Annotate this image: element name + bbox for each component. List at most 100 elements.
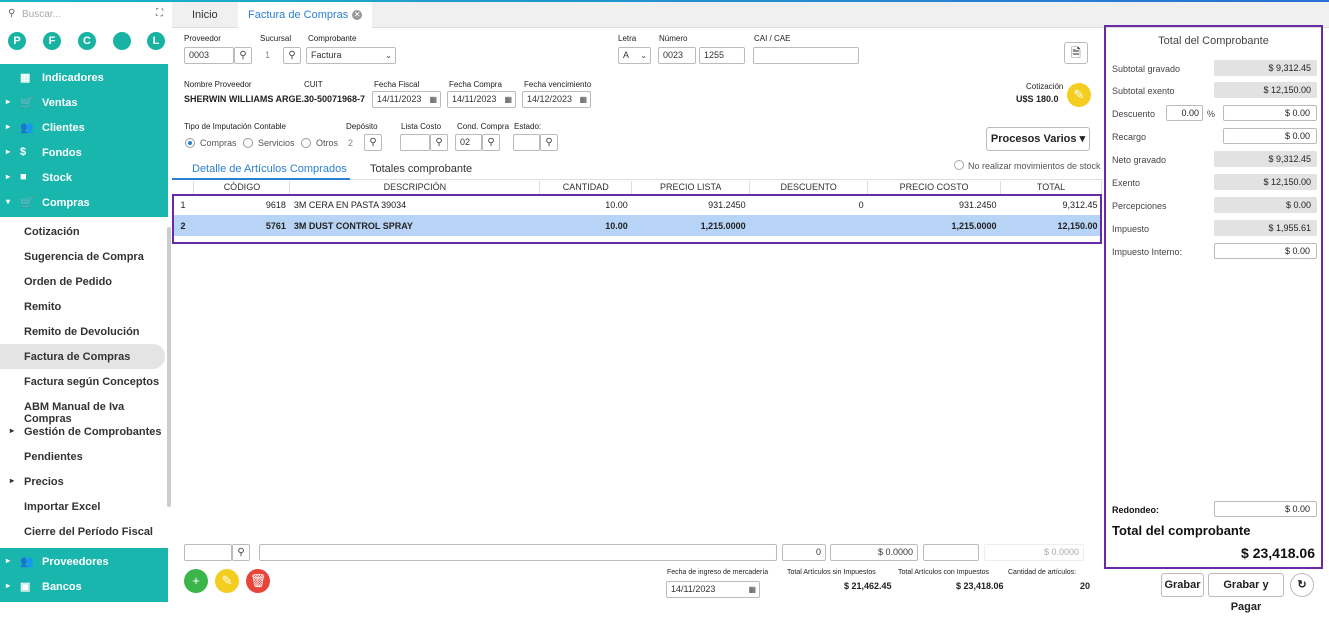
no-stock-checkbox[interactable]	[954, 160, 964, 170]
new-description-input[interactable]	[259, 544, 777, 561]
refresh-button[interactable]: ↻	[1290, 573, 1314, 597]
delete-item-button[interactable]: 🗑	[246, 569, 270, 593]
nav-indicadores[interactable]: ▦ Indicadores	[0, 66, 168, 91]
sucursal-input[interactable]: 1	[260, 47, 282, 64]
col-descuento[interactable]: DESCUENTO	[749, 181, 869, 195]
recargo-label: Recargo	[1112, 132, 1147, 142]
shortcut-f[interactable]: F	[43, 32, 61, 50]
radio-otros[interactable]	[301, 138, 311, 148]
descuento-input[interactable]: $ 0.00	[1223, 105, 1317, 121]
subnav-remito-devolucion[interactable]: Remito de Devolución	[0, 319, 165, 344]
cai-input[interactable]	[753, 47, 859, 64]
subnav-importar-excel[interactable]: Importar Excel	[0, 494, 165, 519]
subnav-pendientes[interactable]: Pendientes	[0, 444, 165, 469]
nav-label: Bancos	[42, 581, 82, 593]
subnav-precios[interactable]: ▸ Precios	[0, 469, 165, 494]
grabar-button[interactable]: Grabar	[1161, 573, 1204, 597]
radio-servicios[interactable]	[243, 138, 253, 148]
impuesto-interno-input[interactable]: $ 0.00	[1214, 243, 1317, 259]
shortcut-p[interactable]: P	[8, 32, 26, 50]
col-precio-lista[interactable]: PRECIO LISTA	[631, 181, 751, 195]
sidebar-scrollbar[interactable]	[167, 227, 171, 507]
proveedor-input[interactable]: 0003	[184, 47, 234, 64]
nav-ventas[interactable]: ▸ 🛒 Ventas	[0, 91, 168, 116]
numero-pv-input[interactable]: 0023	[658, 47, 696, 64]
shortcut-blank[interactable]	[113, 32, 131, 50]
new-price-input[interactable]: $ 0.0000	[830, 544, 918, 561]
nav-compras[interactable]: ▾ 🛒 Compras	[0, 191, 168, 216]
proveedor-search-button[interactable]: ⚲	[234, 47, 252, 64]
subnav-label: Gestión de Comprobantes	[24, 426, 162, 438]
users-icon: 👥	[20, 556, 34, 568]
radio-compras[interactable]	[185, 138, 195, 148]
fecha-compra-input[interactable]: 14/11/2023 ▦	[447, 91, 516, 108]
search-icon: ⚲	[239, 50, 247, 61]
comprobante-select[interactable]: Factura ⌄	[306, 47, 396, 64]
subnav-abm-iva[interactable]: ABM Manual de Iva Compras	[0, 394, 165, 425]
calendar-icon[interactable]: ▦	[579, 92, 587, 107]
redondeo-input[interactable]: $ 0.00	[1214, 501, 1317, 517]
tab-factura-compras[interactable]: Factura de Compras ✕	[238, 2, 373, 28]
sidebar: ⚲ Buscar... ⛶ P F C L ▦ Indicadores ▸ 🛒 …	[0, 2, 172, 602]
subnav-sugerencia[interactable]: Sugerencia de Compra	[0, 244, 165, 269]
lista-costo-input[interactable]	[400, 134, 430, 151]
fecha-venc-input[interactable]: 14/12/2023 ▦	[522, 91, 591, 108]
recargo-input[interactable]: $ 0.00	[1223, 128, 1317, 144]
col-cantidad[interactable]: CANTIDAD	[539, 181, 633, 195]
tab-totales-comprobante[interactable]: Totales comprobante	[370, 163, 472, 175]
caret-right-icon: ▸	[6, 122, 11, 131]
procesos-varios-button[interactable]: Procesos Varios ▾	[986, 127, 1090, 151]
subnav-cierre-periodo[interactable]: Cierre del Período Fiscal	[0, 519, 165, 544]
shortcut-c[interactable]: C	[78, 32, 96, 50]
deposito-search-button[interactable]: ⚲	[364, 134, 382, 151]
calendar-icon[interactable]: ▦	[429, 92, 437, 107]
nav-proveedores[interactable]: ▸ 👥 Proveedores	[0, 550, 168, 575]
subnav-factura-conceptos[interactable]: Factura según Conceptos	[0, 369, 165, 394]
nav-fondos[interactable]: ▸ $ Fondos	[0, 141, 168, 166]
subnav-cotizacion[interactable]: Cotización	[0, 219, 165, 244]
sidebar-search[interactable]: ⚲ Buscar... ⛶	[8, 8, 163, 24]
calendar-icon[interactable]: ▦	[504, 92, 512, 107]
subnav-remito[interactable]: Remito	[0, 294, 165, 319]
nav-clientes[interactable]: ▸ 👥 Clientes	[0, 116, 168, 141]
add-item-button[interactable]: +	[184, 569, 208, 593]
percepciones-label: Percepciones	[1112, 201, 1167, 211]
col-precio-costo[interactable]: PRECIO COSTO	[867, 181, 1002, 195]
fecha-venc-value: 14/12/2023	[527, 94, 573, 104]
estado-search-button[interactable]: ⚲	[540, 134, 558, 151]
tab-inicio[interactable]: Inicio	[182, 2, 228, 28]
grabar-pagar-button[interactable]: Grabar y Pagar	[1208, 573, 1284, 613]
edit-cotizacion-button[interactable]: ✎	[1067, 83, 1091, 107]
cond-compra-input[interactable]: 02	[455, 134, 482, 151]
calendar-icon[interactable]: ▦	[748, 582, 756, 597]
estado-input[interactable]	[513, 134, 540, 151]
new-code-input[interactable]	[184, 544, 232, 561]
col-codigo[interactable]: CÓDIGO	[193, 181, 291, 195]
fecha-fiscal-input[interactable]: 14/11/2023 ▦	[372, 91, 441, 108]
descuento-pct-input[interactable]: 0.00	[1166, 105, 1203, 121]
new-discount-input[interactable]	[923, 544, 979, 561]
fecha-ingreso-input[interactable]: 14/11/2023 ▦	[666, 581, 760, 598]
nav-stock[interactable]: ▸ ■ Stock	[0, 166, 168, 191]
tab-detalle-articulos[interactable]: Detalle de Artículos Comprados	[192, 163, 347, 175]
nav-bancos[interactable]: ▸ ▣ Bancos	[0, 575, 168, 600]
sucursal-search-button[interactable]: ⚲	[283, 47, 301, 64]
cond-search-button[interactable]: ⚲	[482, 134, 500, 151]
shortcut-l[interactable]: L	[147, 32, 165, 50]
new-qty-input[interactable]: 0	[782, 544, 826, 561]
subtotal-exento-value: $ 12,150.00	[1214, 82, 1317, 98]
close-icon[interactable]: ✕	[352, 10, 363, 21]
document-icon[interactable]: 🗎	[1064, 42, 1088, 64]
col-total[interactable]: TOTAL	[1000, 181, 1102, 195]
edit-item-button[interactable]: ✎	[215, 569, 239, 593]
subnav-gestion-comprobantes[interactable]: ▸ Gestión de Comprobantes	[0, 419, 165, 444]
lista-search-button[interactable]: ⚲	[430, 134, 448, 151]
subnav-orden-pedido[interactable]: Orden de Pedido	[0, 269, 165, 294]
radio-servicios-label: Servicios	[258, 138, 295, 148]
numero-input[interactable]: 1255	[699, 47, 745, 64]
subnav-factura-compras[interactable]: Factura de Compras	[0, 344, 165, 369]
letra-select[interactable]: A ⌄	[618, 47, 651, 64]
new-code-search-button[interactable]: ⚲	[232, 544, 250, 561]
expand-icon[interactable]: ⛶	[156, 8, 163, 19]
col-descripcion[interactable]: DESCRIPCIÓN	[289, 181, 541, 195]
